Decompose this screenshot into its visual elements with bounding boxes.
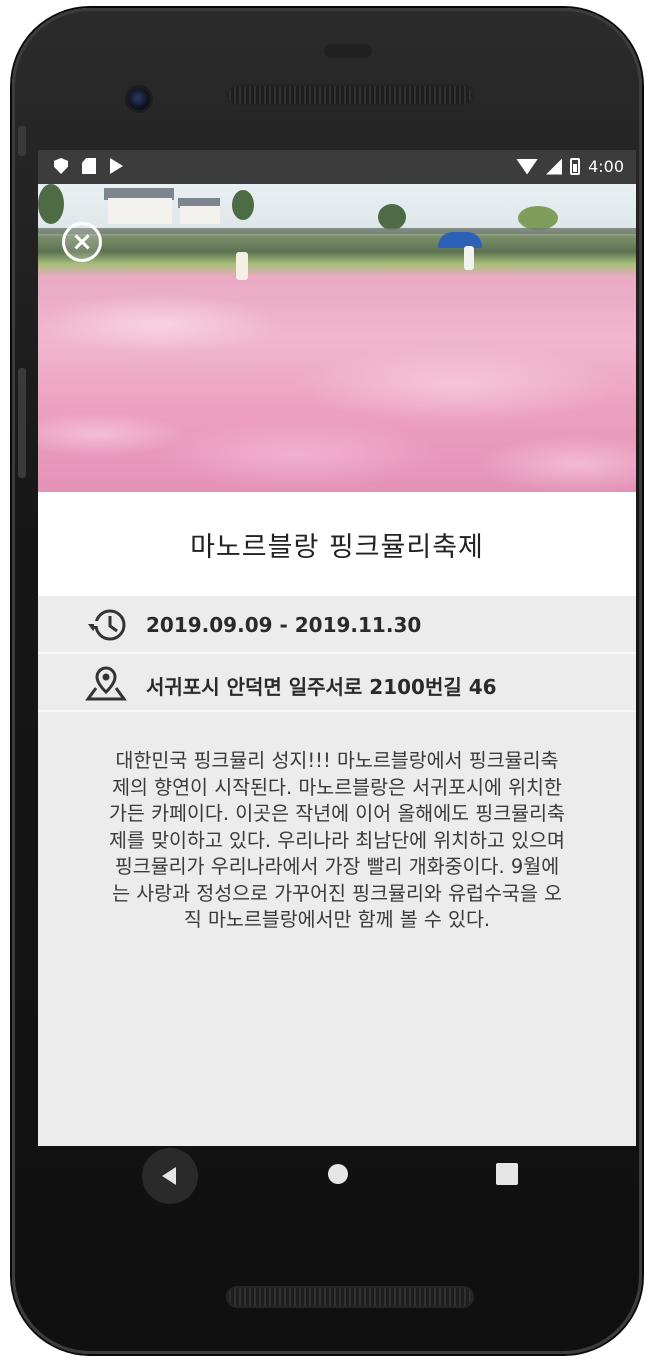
status-time: 4:00 — [588, 157, 624, 176]
sim-card-icon — [82, 158, 96, 174]
description-line: 직 마노르블랑에서만 함께 볼 수 있다. — [183, 908, 491, 931]
event-description: 대한민국 핑크뮬리 성지!!! 마노르블랑에서 핑크뮬리축 제의 향연이 시작된… — [58, 748, 616, 934]
bottom-speaker — [226, 1286, 474, 1308]
wifi-icon — [516, 158, 539, 175]
map-location-icon — [85, 666, 127, 701]
recents-button[interactable] — [496, 1163, 518, 1185]
address-row: 서귀포시 안덕면 일주서로 2100번길 46 — [38, 654, 636, 712]
signal-icon — [546, 158, 563, 175]
description-line: 제의 향연이 시작된다. 마노르블랑은 서귀포시에 위치한 — [112, 775, 562, 799]
history-clock-icon — [88, 609, 126, 641]
play-store-icon — [110, 158, 123, 174]
event-address: 서귀포시 안덕면 일주서로 2100번길 46 — [146, 675, 497, 699]
close-circle-icon: × — [71, 227, 93, 257]
back-button[interactable] — [142, 1148, 198, 1204]
app-screen: 4:00 × 마노르블랑 핑크뮬리축제 2019.09.09 - 2019.11… — [38, 150, 636, 1146]
title-section: 마노르블랑 핑크뮬리축제 — [38, 492, 636, 596]
power-button — [18, 126, 26, 156]
description-line: 제를 맞이하고 있다. 우리나라 최남단에 위치하고 있으며 — [108, 828, 565, 852]
close-button[interactable]: × — [62, 222, 102, 262]
event-title: 마노르블랑 핑크뮬리축제 — [190, 531, 484, 563]
navigation-bar — [38, 1146, 636, 1212]
sensor-notch — [324, 44, 372, 58]
status-bar: 4:00 — [38, 150, 636, 184]
description-line: 가든 카페이다. 이곳은 작년에 이어 올해에도 핑크뮬리축 — [108, 802, 565, 825]
description-line: 대한민국 핑크뮬리 성지!!! 마노르블랑에서 핑크뮬리축 — [115, 749, 559, 772]
hero-image: × — [38, 184, 636, 492]
date-range: 2019.09.09 - 2019.11.30 — [146, 613, 422, 637]
description-line: 핑크뮬리가 우리나라에서 가장 빨리 개화중이다. 9월에 — [114, 855, 560, 878]
back-arrow-icon — [161, 1167, 176, 1185]
top-speaker — [226, 84, 474, 106]
shield-icon — [54, 158, 68, 174]
battery-icon — [570, 158, 581, 175]
description-line: 는 사랑과 정성으로 가꾸어진 핑크뮬리와 유럽수국을 오 — [112, 881, 562, 905]
home-button[interactable] — [328, 1164, 348, 1184]
front-camera — [128, 88, 150, 110]
volume-button — [18, 368, 26, 478]
date-row: 2019.09.09 - 2019.11.30 — [38, 596, 636, 654]
